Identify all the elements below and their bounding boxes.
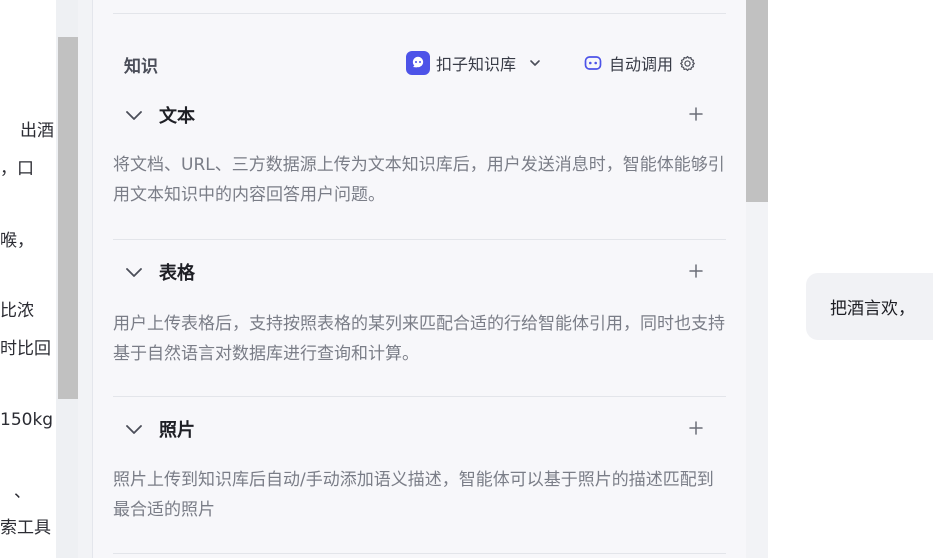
robot-icon [584, 56, 602, 70]
auto-call-setting[interactable]: 自动调用 [583, 51, 696, 75]
left-text-line: 时比回 [0, 339, 51, 359]
section-header-photo[interactable]: 照片 [123, 417, 706, 441]
left-text-line: 、 [14, 482, 31, 502]
left-text-line: ，口 [0, 159, 34, 179]
chevron-down-icon[interactable] [528, 56, 542, 70]
knowledge-base-label: 扣子知识库 [436, 55, 517, 74]
panel-gutter [78, 0, 92, 558]
divider [113, 13, 726, 14]
chevron-down-icon[interactable] [123, 104, 145, 126]
divider [113, 239, 726, 240]
coze-knowledge-logo-icon [406, 51, 430, 75]
left-content-fragment: 出酒 ，口 喉， 比浓 时比回 150kg 、 索工具 [0, 0, 56, 558]
divider [113, 396, 726, 397]
chat-message-bubble: 把酒言欢， [806, 273, 933, 340]
section-description: 用户上传表格后，支持按照表格的某列来匹配合适的行给智能体引用，同时也支持基于自然… [113, 314, 725, 364]
knowledge-panel: 知识 扣子知识库 自动调用 文本 将文档、URL、三方数据源上传为文本知识库后，… [92, 0, 746, 558]
add-icon[interactable] [686, 261, 706, 281]
left-text-line: 索工具 [0, 518, 51, 538]
left-scrollbar-thumb[interactable] [58, 37, 78, 399]
knowledge-title: 知识 [124, 57, 158, 77]
left-text-line: 出酒 [20, 121, 54, 141]
left-text-line: 比浓 [0, 301, 34, 321]
add-icon[interactable] [686, 418, 706, 438]
auto-call-label: 自动调用 [609, 55, 674, 74]
add-icon[interactable] [686, 104, 706, 124]
chevron-down-icon[interactable] [123, 261, 145, 283]
left-text-line: 喉， [0, 231, 34, 251]
section-header-text[interactable]: 文本 [123, 103, 706, 127]
section-description: 照片上传到知识库后自动/手动添加语义描述，智能体可以基于照片的描述匹配到最合适的… [113, 470, 714, 520]
section-title: 文本 [159, 106, 195, 127]
knowledge-base-selector[interactable]: 扣子知识库 [406, 51, 542, 75]
section-header-table[interactable]: 表格 [123, 260, 706, 284]
divider [113, 553, 726, 554]
section-description: 将文档、URL、三方数据源上传为文本知识库后，用户发送消息时，智能体能够引用文本… [113, 155, 725, 205]
left-text-line: 150kg [0, 410, 54, 430]
chevron-down-icon[interactable] [123, 418, 145, 440]
section-title: 表格 [159, 263, 195, 284]
panel-scrollbar-thumb[interactable] [746, 0, 768, 202]
section-title: 照片 [159, 420, 195, 441]
gear-icon[interactable] [679, 55, 696, 72]
